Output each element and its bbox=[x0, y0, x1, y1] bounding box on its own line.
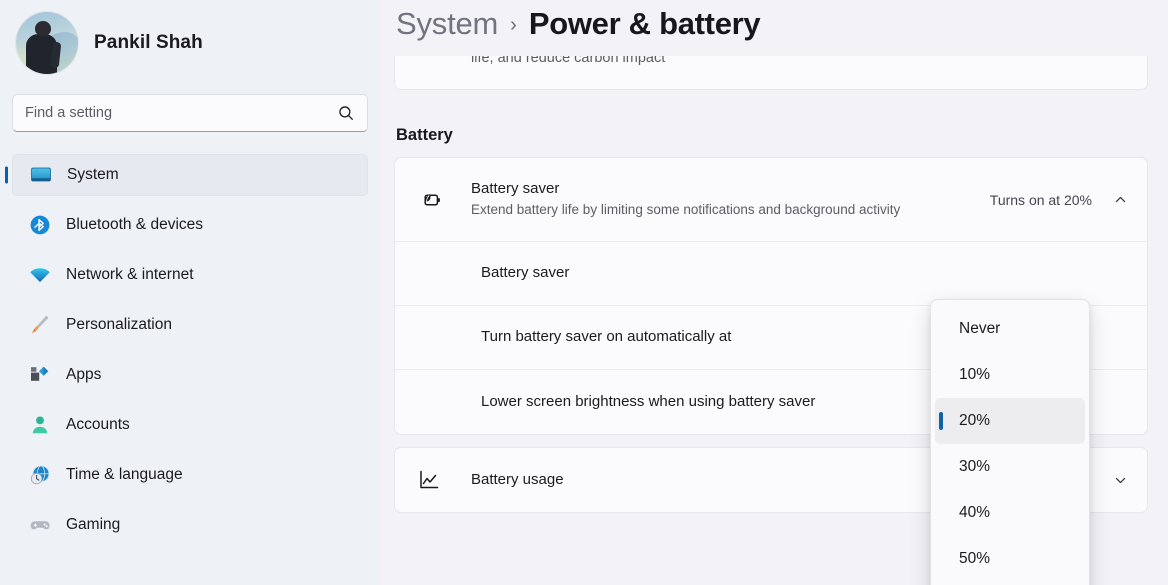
battery-saver-subtitle: Extend battery life by limiting some not… bbox=[471, 202, 901, 218]
sidebar: Pankil Shah System bbox=[0, 0, 380, 585]
battery-saver-value: Turns on at 20% bbox=[989, 191, 1092, 208]
dropdown-option-label: 30% bbox=[959, 458, 991, 475]
battery-usage-icon-wrap bbox=[417, 468, 451, 492]
sidebar-item-system[interactable]: System bbox=[12, 154, 368, 196]
dropdown-option-label: 10% bbox=[959, 366, 991, 383]
sidebar-item-label: Apps bbox=[66, 366, 102, 383]
chevron-up-icon[interactable] bbox=[1114, 193, 1127, 206]
sidebar-item-label: Gaming bbox=[66, 516, 121, 533]
search-icon bbox=[339, 106, 353, 120]
battery-saver-expander-row[interactable]: Battery saver Extend battery life by lim… bbox=[395, 158, 1147, 242]
avatar-person-head bbox=[35, 21, 51, 36]
sidebar-item-network-internet[interactable]: Network & internet bbox=[12, 254, 368, 296]
page-title: Power & battery bbox=[528, 6, 761, 41]
paintbrush-icon bbox=[31, 316, 49, 334]
settings-scroll-area: life, and reduce carbon impact Battery B… bbox=[394, 56, 1168, 585]
sidebar-item-label: Bluetooth & devices bbox=[66, 216, 204, 233]
dropdown-option-20[interactable]: 20% bbox=[935, 398, 1085, 444]
line-chart-icon bbox=[420, 470, 439, 489]
sidebar-item-label: Time & language bbox=[66, 466, 183, 483]
avatar[interactable] bbox=[16, 12, 78, 74]
sub-row-label: Battery saver bbox=[481, 264, 570, 282]
sidebar-item-label: System bbox=[67, 166, 119, 183]
energy-recommendations-card-partial: life, and reduce carbon impact bbox=[394, 56, 1148, 90]
dropdown-option-never[interactable]: Never bbox=[935, 306, 1085, 352]
breadcrumb-separator-icon: › bbox=[510, 14, 517, 36]
wifi-icon bbox=[30, 268, 50, 283]
account-row[interactable]: Pankil Shah bbox=[12, 0, 368, 78]
gamepad-icon bbox=[30, 521, 50, 530]
battery-threshold-dropdown-menu[interactable]: Never 10% 20% 30% 40% 50% Always bbox=[930, 299, 1090, 585]
bluetooth-icon bbox=[30, 215, 50, 235]
clock-globe-icon bbox=[30, 465, 50, 485]
account-name: Pankil Shah bbox=[94, 32, 203, 53]
dropdown-option-10[interactable]: 10% bbox=[935, 352, 1085, 398]
battery-saver-toggle-text: Battery saver bbox=[417, 263, 1127, 283]
battery-saver-leaf-icon bbox=[424, 193, 440, 206]
search-input[interactable] bbox=[25, 105, 337, 121]
dropdown-option-50[interactable]: 50% bbox=[935, 536, 1085, 582]
sidebar-item-bluetooth-devices[interactable]: Bluetooth & devices bbox=[12, 204, 368, 246]
breadcrumb: System › Power & battery bbox=[394, 0, 1168, 48]
sidebar-item-apps[interactable]: Apps bbox=[12, 354, 368, 396]
sidebar-item-label: Network & internet bbox=[66, 266, 194, 283]
partial-card-text: life, and reduce carbon impact bbox=[471, 56, 666, 66]
battery-saver-right: Turns on at 20% bbox=[990, 192, 1127, 208]
dropdown-option-label: 40% bbox=[959, 504, 991, 521]
monitor-icon bbox=[31, 167, 51, 182]
dropdown-option-label: Never bbox=[959, 320, 1001, 337]
sidebar-item-time-language[interactable]: Time & language bbox=[12, 454, 368, 496]
chevron-down-icon[interactable] bbox=[1114, 474, 1127, 487]
battery-saver-icon-wrap bbox=[417, 187, 451, 213]
apps-icon bbox=[31, 366, 49, 381]
person-icon bbox=[32, 416, 48, 434]
sidebar-item-gaming[interactable]: Gaming bbox=[12, 504, 368, 546]
dropdown-option-40[interactable]: 40% bbox=[935, 490, 1085, 536]
battery-usage-right bbox=[1114, 474, 1127, 487]
section-heading-battery: Battery bbox=[396, 126, 453, 144]
main-content: System › Power & battery life, and reduc… bbox=[380, 0, 1168, 585]
dropdown-option-label: 50% bbox=[959, 550, 991, 567]
breadcrumb-parent[interactable]: System bbox=[396, 6, 498, 42]
sidebar-item-label: Accounts bbox=[66, 416, 130, 433]
battery-saver-toggle-row[interactable]: Battery saver bbox=[395, 242, 1147, 306]
sidebar-nav: System Bluetooth & devices Network & int… bbox=[12, 154, 368, 546]
dropdown-option-30[interactable]: 30% bbox=[935, 444, 1085, 490]
search-box[interactable] bbox=[12, 94, 368, 132]
sidebar-item-label: Personalization bbox=[66, 316, 172, 333]
settings-window: Pankil Shah System bbox=[0, 0, 1168, 585]
sidebar-item-personalization[interactable]: Personalization bbox=[12, 304, 368, 346]
sidebar-item-accounts[interactable]: Accounts bbox=[12, 404, 368, 446]
battery-saver-title: Battery saver bbox=[471, 180, 560, 198]
dropdown-option-label: 20% bbox=[959, 412, 991, 429]
battery-saver-text-block: Battery saver Extend battery life by lim… bbox=[451, 179, 990, 220]
